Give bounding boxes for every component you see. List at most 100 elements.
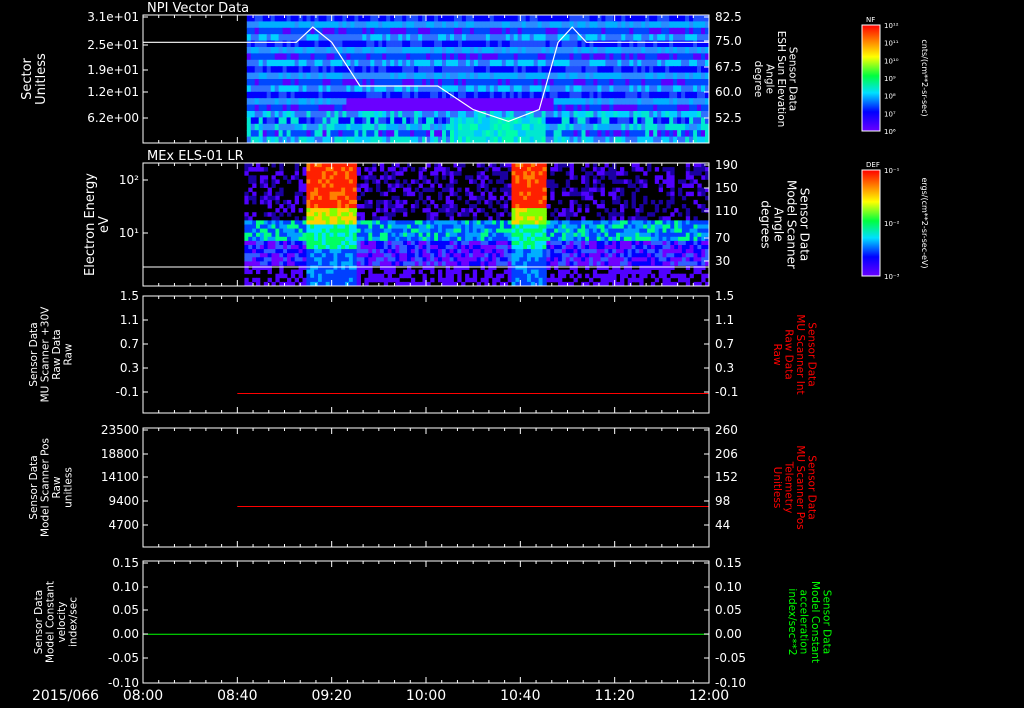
- heatmap-cell: [473, 98, 479, 106]
- heatmap-cell: [250, 117, 256, 125]
- heatmap-cell: [394, 66, 399, 74]
- heatmap-cell: [366, 53, 371, 61]
- heatmap-cell: [697, 91, 702, 99]
- heatmap-cell: [310, 273, 315, 279]
- heatmap-cell: [310, 187, 315, 193]
- heatmap-cell: [593, 117, 598, 125]
- heatmap-cell: [631, 228, 636, 234]
- heatmap-cell: [549, 123, 555, 131]
- heatmap-cell: [302, 236, 307, 242]
- heatmap-cell: [306, 53, 311, 61]
- heatmap-cell: [298, 59, 304, 67]
- heatmap-cell: [370, 123, 375, 131]
- heatmap-cell: [581, 130, 586, 138]
- heatmap-cell: [360, 269, 365, 275]
- heatmap-cell: [545, 27, 551, 35]
- heatmap-cell: [658, 224, 663, 229]
- heatmap-cell: [581, 253, 586, 258]
- heatmap-cell: [252, 195, 257, 201]
- heatmap-cell: [410, 79, 415, 86]
- heatmap-cell: [553, 98, 559, 106]
- heatmap-cell: [322, 66, 327, 74]
- heatmap-cell: [701, 204, 706, 209]
- heatmap-cell: [627, 249, 632, 254]
- heatmap-cell: [376, 204, 381, 209]
- heatmap-cell: [290, 85, 296, 93]
- heatmap-cell: [670, 175, 675, 180]
- heatmap-cell: [346, 98, 351, 106]
- heatmap-cell: [403, 224, 408, 229]
- heatmap-cell: [608, 212, 613, 217]
- heatmap-cell: [366, 66, 371, 74]
- heatmap-cell: [527, 253, 532, 258]
- heatmap-cell: [503, 269, 509, 275]
- heatmap-cell: [541, 40, 547, 48]
- heatmap-cell: [302, 136, 308, 144]
- heatmap-cell: [558, 228, 563, 234]
- heatmap-cell: [449, 179, 454, 184]
- heatmap-cell: [302, 183, 307, 188]
- heatmap-cell: [329, 249, 334, 254]
- heatmap-cell: [608, 277, 613, 283]
- heatmap-cell: [592, 179, 598, 184]
- heatmap-cell: [383, 191, 389, 197]
- heatmap-cell: [341, 224, 346, 229]
- heatmap-cell: [382, 117, 387, 125]
- heatmap-cell: [314, 91, 319, 99]
- heatmap-cell: [513, 59, 519, 67]
- heatmap-cell: [658, 269, 663, 275]
- heatmap-cell: [366, 79, 371, 86]
- heatmap-cell: [577, 220, 582, 225]
- heatmap-cell: [669, 66, 674, 74]
- heatmap-cell: [430, 212, 435, 217]
- heatmap-cell: [360, 265, 365, 270]
- heatmap-cell: [589, 187, 594, 193]
- heatmap-cell: [346, 91, 351, 99]
- heatmap-cell: [438, 208, 443, 213]
- heatmap-cell: [565, 66, 570, 74]
- heatmap-cell: [519, 220, 524, 225]
- heatmap-cell: [689, 47, 694, 54]
- heatmap-cell: [550, 224, 555, 229]
- heatmap-cell: [366, 104, 371, 112]
- heatmap-cell: [438, 195, 443, 201]
- heatmap-cell: [270, 91, 276, 99]
- heatmap-cell: [481, 72, 487, 80]
- heatmap-cell: [465, 85, 471, 93]
- heatmap-cell: [565, 253, 571, 258]
- heatmap-cell: [358, 111, 363, 118]
- heatmap-cell: [515, 179, 520, 184]
- heatmap-cell: [697, 191, 702, 197]
- heatmap-cell: [287, 240, 292, 246]
- heatmap-cell: [453, 179, 458, 184]
- heatmap-cell: [350, 104, 355, 112]
- heatmap-cell: [485, 40, 491, 48]
- heatmap-cell: [542, 224, 547, 229]
- heatmap-cell: [244, 245, 249, 250]
- heatmap-cell: [298, 245, 303, 250]
- heatmap-cell: [666, 232, 671, 238]
- heatmap-cell: [569, 236, 574, 242]
- heatmap-cell: [577, 232, 582, 238]
- heatmap-cell: [275, 277, 280, 283]
- heatmap-cell: [633, 72, 638, 80]
- heatmap-cell: [534, 277, 540, 283]
- heatmap-cell: [681, 273, 687, 279]
- heatmap-cell: [589, 34, 594, 42]
- heatmap-cell: [585, 72, 590, 80]
- heatmap-cell: [461, 228, 466, 234]
- heatmap-cell: [390, 53, 395, 61]
- heatmap-cell: [658, 232, 663, 238]
- heatmap-cell: [565, 111, 570, 118]
- heatmap-cell: [469, 85, 475, 93]
- heatmap-cell: [266, 27, 272, 35]
- heatmap-cell: [294, 72, 300, 80]
- heatmap-cell: [453, 204, 458, 209]
- heatmap-cell: [485, 79, 491, 86]
- heatmap-cell: [519, 187, 524, 193]
- heatmap-cell: [637, 72, 642, 80]
- heatmap-cell: [497, 15, 503, 22]
- heatmap-cell: [525, 34, 531, 42]
- heatmap-cell: [298, 91, 304, 99]
- heatmap-cell: [306, 72, 311, 80]
